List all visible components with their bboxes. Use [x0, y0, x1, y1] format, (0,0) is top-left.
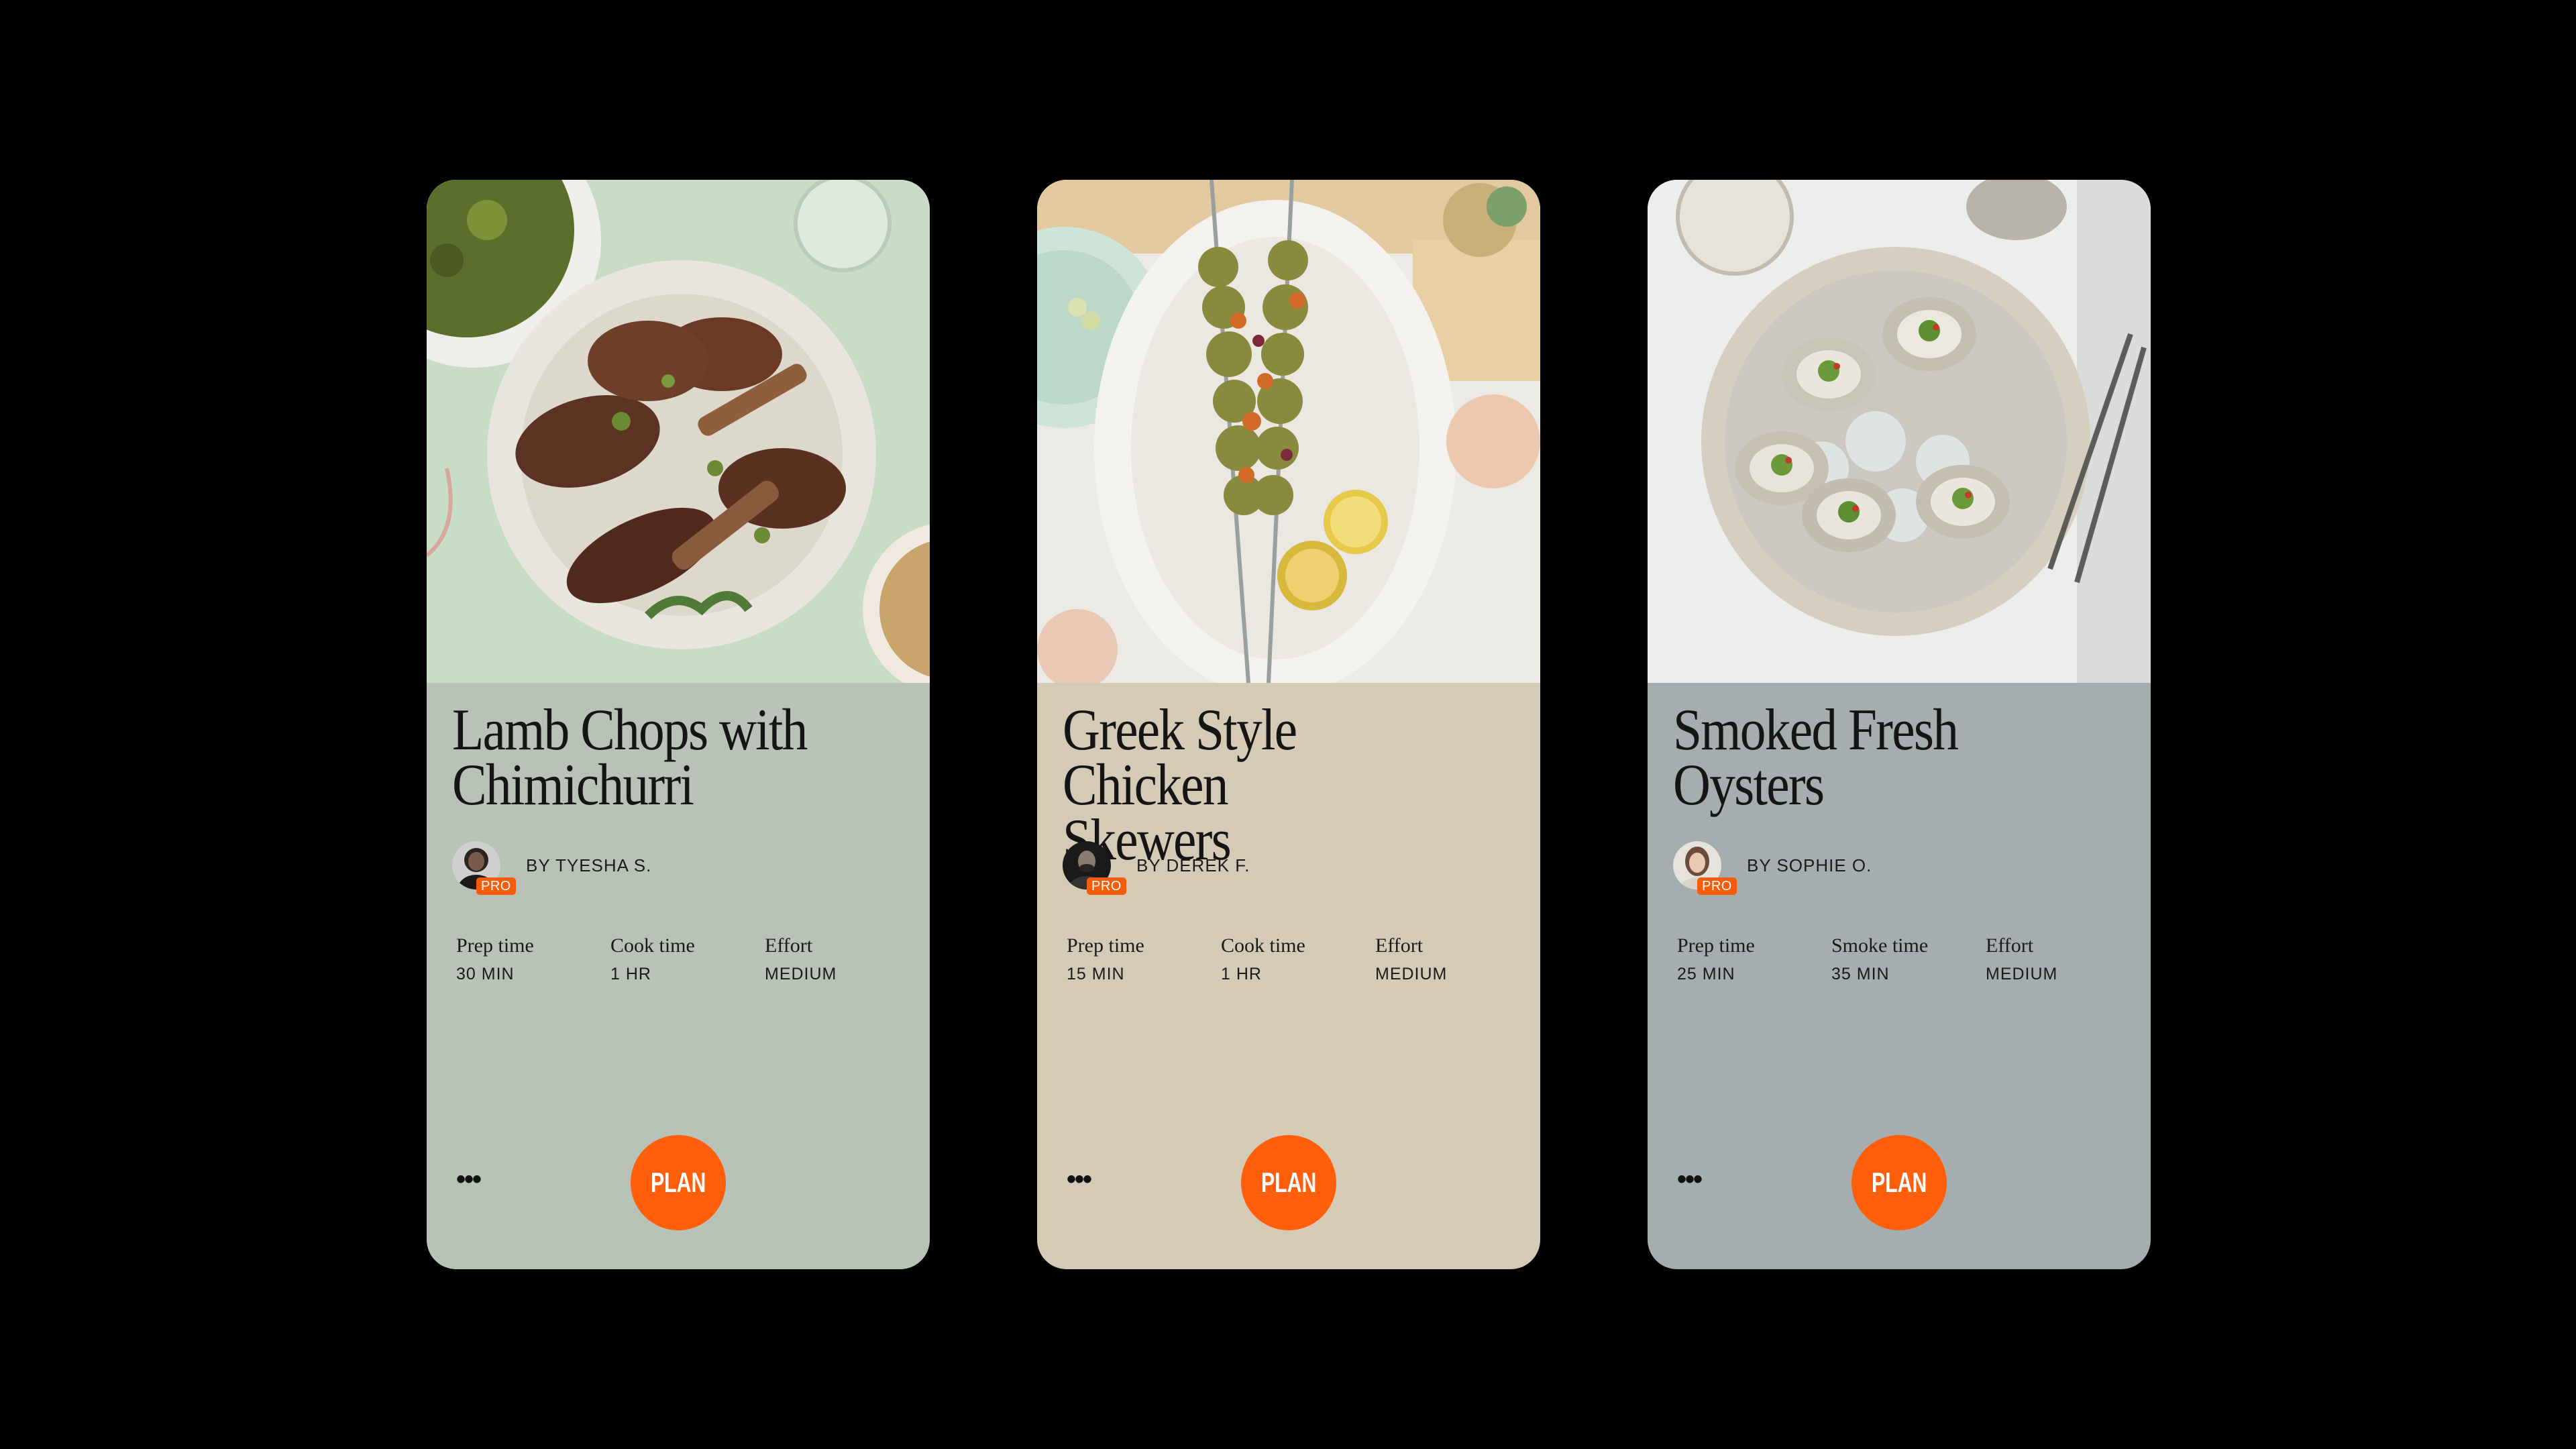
author-row[interactable]: PRO BY SOPHIE O.	[1673, 839, 1872, 895]
stat-value: 35 MIN	[1831, 965, 1890, 983]
recipe-card-lamb-chops[interactable]: Lamb Chops with Chimichurri PRO BY TYESH…	[427, 180, 930, 1269]
recipe-card-smoked-oysters[interactable]: Smoked Fresh Oysters PRO BY SOPHIE O. Pr…	[1648, 180, 2151, 1269]
author-row[interactable]: PRO BY TYESHA S.	[452, 839, 651, 895]
stat-value: MEDIUM	[1986, 965, 2058, 983]
stat-label: Smoke time	[1831, 934, 1929, 957]
author-name[interactable]: BY TYESHA S.	[526, 855, 651, 876]
stat-prep-time: Prep time 30 MIN	[456, 932, 610, 984]
stat-cook-time: Cook time 1 HR	[1221, 932, 1375, 984]
pro-badge: PRO	[1087, 877, 1126, 895]
author-avatar[interactable]: PRO	[452, 841, 516, 895]
recipe-photo-lamb-chops	[427, 180, 930, 683]
author-name[interactable]: BY SOPHIE O.	[1747, 855, 1872, 876]
stat-label: Prep time	[1677, 934, 1755, 957]
stat-label: Prep time	[456, 934, 534, 957]
recipe-title-line-1: Greek Style Chicken	[1063, 698, 1297, 818]
plan-button[interactable]: PLAN	[1851, 1135, 1947, 1230]
recipe-photo-smoked-oysters	[1648, 180, 2151, 683]
author-avatar[interactable]: PRO	[1673, 841, 1737, 895]
stat-prep-time: Prep time 15 MIN	[1067, 932, 1221, 984]
stat-cook-time: Cook time 1 HR	[610, 932, 765, 984]
stat-smoke-time: Smoke time 35 MIN	[1831, 932, 1986, 984]
stat-label: Effort	[765, 934, 813, 957]
recipe-card-chicken-skewers[interactable]: Greek Style Chicken Skewers PRO BY DEREK…	[1037, 180, 1540, 1269]
recipe-photo-chicken-skewers	[1037, 180, 1540, 683]
stat-prep-time: Prep time 25 MIN	[1677, 932, 1831, 984]
stat-label: Prep time	[1067, 934, 1144, 957]
stat-value: 30 MIN	[456, 965, 515, 983]
recipe-title-line-2: Oysters	[1673, 753, 1825, 818]
recipe-title-line-2: Chimichurri	[452, 753, 694, 818]
recipe-stats: Prep time 15 MIN Cook time 1 HR Effort M…	[1067, 932, 1529, 984]
stat-label: Cook time	[1221, 934, 1305, 957]
more-options-button[interactable]: •••	[456, 1166, 496, 1193]
stat-effort: Effort MEDIUM	[1986, 932, 2140, 984]
stat-value: MEDIUM	[765, 965, 837, 983]
stat-value: 1 HR	[1221, 965, 1262, 983]
plan-button[interactable]: PLAN	[1241, 1135, 1336, 1230]
author-name[interactable]: BY DEREK F.	[1136, 855, 1250, 876]
more-options-button[interactable]: •••	[1677, 1166, 1717, 1193]
pro-badge: PRO	[476, 877, 516, 895]
more-options-button[interactable]: •••	[1067, 1166, 1107, 1193]
recipe-title: Smoked Fresh Oysters	[1673, 701, 2080, 815]
stat-value: 15 MIN	[1067, 965, 1125, 983]
author-avatar[interactable]: PRO	[1063, 841, 1126, 895]
stat-effort: Effort MEDIUM	[765, 932, 919, 984]
stat-value: MEDIUM	[1375, 965, 1448, 983]
stat-label: Effort	[1986, 934, 2034, 957]
stat-label: Cook time	[610, 934, 695, 957]
plan-button-label: PLAN	[1260, 1167, 1317, 1198]
stat-effort: Effort MEDIUM	[1375, 932, 1529, 984]
plan-button[interactable]: PLAN	[631, 1135, 726, 1230]
recipe-stats: Prep time 30 MIN Cook time 1 HR Effort M…	[456, 932, 919, 984]
stat-value: 25 MIN	[1677, 965, 1735, 983]
recipe-title: Lamb Chops with Chimichurri	[452, 701, 859, 815]
author-row[interactable]: PRO BY DEREK F.	[1063, 839, 1250, 895]
recipe-stats: Prep time 25 MIN Smoke time 35 MIN Effor…	[1677, 932, 2140, 984]
stat-value: 1 HR	[610, 965, 651, 983]
pro-badge: PRO	[1697, 877, 1737, 895]
plan-button-label: PLAN	[1871, 1167, 1927, 1198]
plan-button-label: PLAN	[650, 1167, 706, 1198]
stat-label: Effort	[1375, 934, 1424, 957]
